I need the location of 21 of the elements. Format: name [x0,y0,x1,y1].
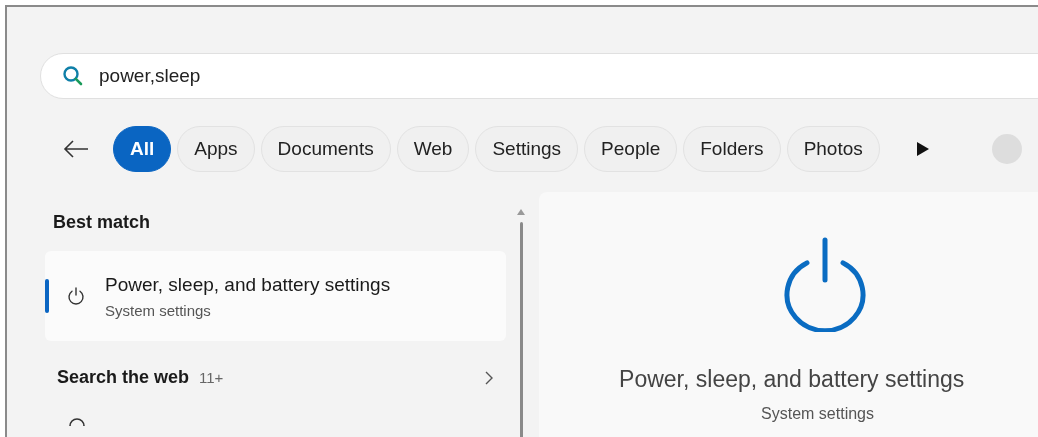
preview-title: Power, sleep, and battery settings [619,366,965,393]
scroll-up-icon[interactable] [516,208,527,216]
search-field[interactable]: power,sleep [40,53,1038,99]
section-heading: Search the web [57,367,190,388]
back-arrow-icon[interactable] [63,139,89,159]
filter-chip[interactable]: All [113,126,172,172]
filter-chip[interactable]: Apps [177,126,255,172]
play-icon[interactable] [915,141,930,157]
section-heading: Best match [53,212,152,233]
filter-chip[interactable]: Web [396,126,470,172]
filter-chip[interactable]: Documents [260,126,391,172]
result-count: 11+ [199,369,224,386]
filter-chip[interactable]: People [584,126,678,172]
preview-subtitle: System settings [761,405,874,423]
result-item[interactable]: Power, sleep, and battery settings System settings [45,251,506,341]
filter-chip[interactable]: Folders [683,126,781,172]
filter-chip[interactable]: Settings [475,126,579,172]
filter-chip[interactable]: Photos [786,126,880,172]
power-icon [66,286,86,306]
chevron-right-icon[interactable] [483,369,494,386]
scrollbar-thumb[interactable] [519,222,523,437]
